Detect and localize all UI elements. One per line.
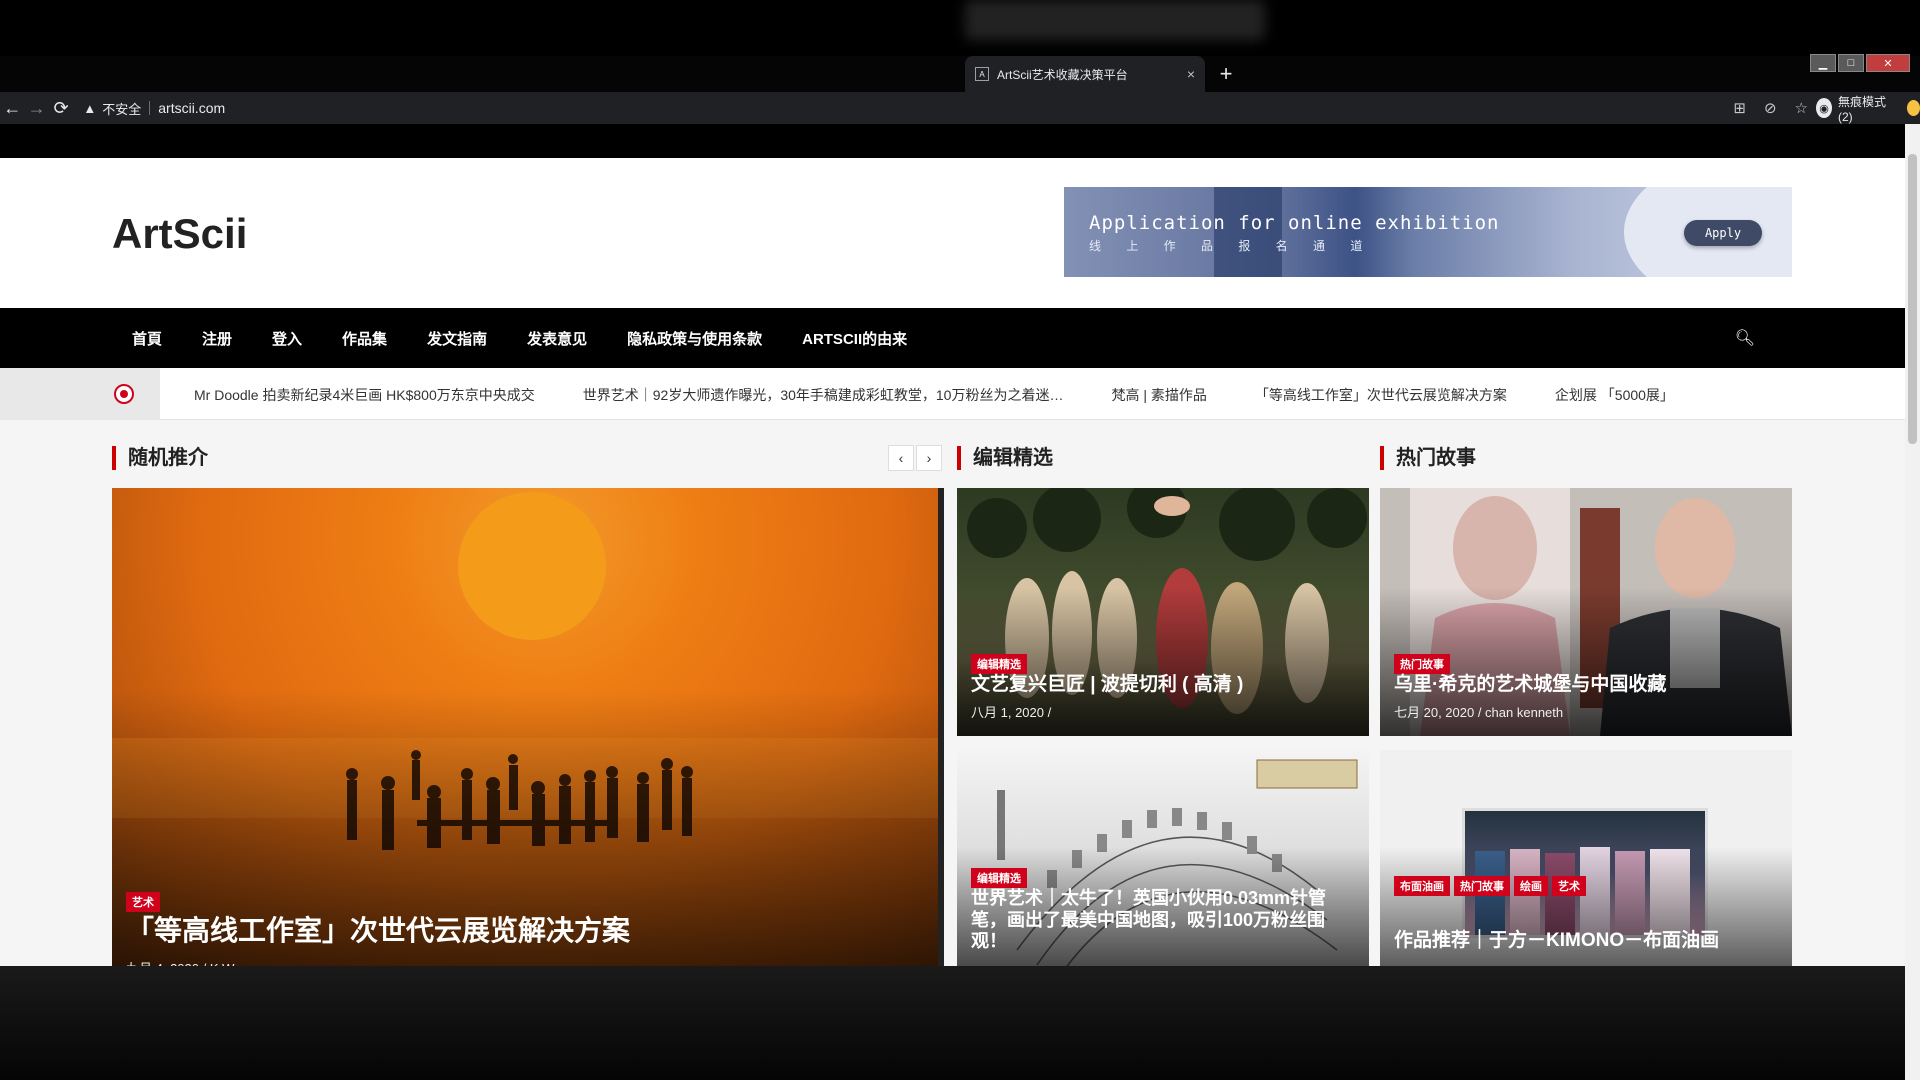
live-icon: [114, 384, 134, 404]
category-tag[interactable]: 编辑精选: [971, 654, 1027, 674]
category-tag[interactable]: 热门故事: [1454, 876, 1510, 896]
featured-content: 随机推介 ‹ › 编辑精选 热门故事 艺术 「等高线工作室」次世代云展览解决方案…: [0, 420, 1905, 1020]
section-title-random: 随机推介: [112, 446, 208, 470]
category-tag[interactable]: 编辑精选: [971, 868, 1027, 888]
section-title-hot: 热门故事: [1380, 446, 1476, 470]
card-headline[interactable]: 文艺复兴巨匠 | 波提切利 ( 高清 ): [971, 674, 1355, 697]
screen: A ArtScii艺术收藏决策平台 × + ▁ □ ✕ ← → ⟳ ▲ 不安全 …: [0, 0, 1920, 1080]
nav-item-register[interactable]: 注册: [182, 328, 252, 349]
section-title-editor: 编辑精选: [957, 446, 1053, 470]
incognito-profile[interactable]: ◉ 無痕模式 (2): [1815, 93, 1891, 124]
new-tab-button[interactable]: +: [1212, 60, 1240, 88]
minimize-button[interactable]: ▁: [1810, 54, 1836, 72]
category-tag[interactable]: 热门故事: [1394, 654, 1450, 674]
address-bar[interactable]: ▲ 不安全 artscii.com: [83, 95, 1623, 121]
scrollbar-thumb[interactable]: [1908, 154, 1917, 444]
window-controls: ▁ □ ✕: [1810, 54, 1910, 72]
card-tags: 编辑精选: [971, 654, 1027, 674]
hot-card-uli-sigg[interactable]: 热门故事 乌里·希克的艺术城堡与中国收藏 七月 20, 2020 / chan …: [1380, 488, 1792, 736]
close-window-button[interactable]: ✕: [1866, 54, 1910, 72]
ticker-item[interactable]: 企划展 「5000展」: [1555, 385, 1674, 405]
category-tag[interactable]: 绘画: [1514, 876, 1548, 896]
sun-shape: [458, 492, 606, 640]
category-tag[interactable]: 艺术: [1552, 876, 1586, 896]
tab-close-icon[interactable]: ×: [1187, 66, 1195, 82]
nav-item-feedback[interactable]: 发表意见: [507, 328, 607, 349]
featured-card-large[interactable]: 艺术 「等高线工作室」次世代云展览解决方案 九月 4, 2020 / K Won…: [112, 488, 944, 992]
card-tags: 热门故事: [1394, 654, 1450, 674]
category-tag[interactable]: 布面油画: [1394, 876, 1450, 896]
ticker-items: Mr Doodle 拍卖新纪录4米巨画 HK$800万东京中央成交 世界艺术｜9…: [194, 385, 1674, 405]
blurred-window-area: [965, 0, 1265, 40]
extension-icon[interactable]: [1906, 100, 1920, 116]
prev-arrow-icon[interactable]: ‹: [888, 445, 914, 471]
card-meta: 七月 20, 2020 / chan kenneth: [1394, 705, 1564, 720]
profile-label: 無痕模式 (2): [1838, 94, 1887, 124]
hot-card-kimono[interactable]: 布面油画 热门故事 绘画 艺术 作品推荐｜于方－KIMONO－布面油画 七月 1…: [1380, 750, 1792, 992]
card-headline[interactable]: 作品推荐｜于方－KIMONO－布面油画: [1394, 930, 1778, 953]
tab-favicon-icon: A: [975, 67, 989, 81]
page-scrollbar[interactable]: [1905, 124, 1920, 1080]
category-tag[interactable]: 艺术: [126, 892, 160, 912]
search-icon[interactable]: 🔍︎: [1735, 328, 1755, 348]
page-viewport: ArtScii Application for online exhibitio…: [0, 124, 1905, 1080]
slider-edge: [938, 488, 944, 992]
card-headline[interactable]: 「等高线工作室」次世代云展览解决方案: [126, 914, 930, 948]
ticker-item[interactable]: 梵高 | 素描作品: [1111, 385, 1206, 405]
star-icon[interactable]: ☆: [1795, 99, 1808, 117]
apply-button[interactable]: Apply: [1684, 220, 1762, 246]
news-ticker: Mr Doodle 拍卖新纪录4米巨画 HK$800万东京中央成交 世界艺术｜9…: [0, 368, 1905, 420]
translate-icon[interactable]: ⊞: [1733, 99, 1746, 117]
browser-tab-active[interactable]: A ArtScii艺术收藏决策平台 ×: [965, 56, 1205, 92]
browser-titlebar: [0, 0, 1920, 56]
ticker-item[interactable]: 「等高线工作室」次世代云展览解决方案: [1255, 385, 1507, 405]
nav-item-portfolio[interactable]: 作品集: [322, 328, 407, 349]
exhibition-banner[interactable]: Application for online exhibition 线 上 作 …: [1064, 187, 1792, 277]
insecure-label: 不安全: [102, 101, 142, 117]
nav-item-login[interactable]: 登入: [252, 328, 322, 349]
page-bottom-shade: [0, 966, 1905, 1080]
forward-icon[interactable]: →: [24, 98, 48, 119]
ticker-item[interactable]: Mr Doodle 拍卖新纪录4米巨画 HK$800万东京中央成交: [194, 385, 535, 405]
card-tags: 编辑精选: [971, 868, 1027, 888]
nav-item-post-guide[interactable]: 发文指南: [407, 328, 507, 349]
site-logo[interactable]: ArtScii: [112, 210, 247, 258]
incognito-avatar-icon: ◉: [1815, 98, 1833, 118]
editor-card-botticelli[interactable]: 编辑精选 文艺复兴巨匠 | 波提切利 ( 高清 ) 八月 1, 2020 /: [957, 488, 1369, 736]
card-headline[interactable]: 乌里·希克的艺术城堡与中国收藏: [1394, 674, 1778, 697]
card-headline[interactable]: 世界艺术｜太牛了！英国小伙用0.03mm针管笔，画出了最美中国地图，吸引100万…: [971, 888, 1355, 953]
ticker-item[interactable]: 世界艺术｜92岁大师遗作曝光，30年手稿建成彩虹教堂，10万粉丝为之着迷…: [583, 385, 1064, 405]
main-nav: 首頁 注册 登入 作品集 发文指南 发表意见 隐私政策与使用条款 ARTSCII…: [0, 308, 1905, 368]
banner-title: Application for online exhibition: [1089, 212, 1500, 234]
nav-item-about[interactable]: ARTSCII的由来: [782, 328, 927, 349]
slider-arrows: ‹ ›: [888, 445, 942, 471]
ticker-label-area: [0, 368, 160, 420]
back-icon[interactable]: ←: [0, 98, 24, 119]
site-header: ArtScii Application for online exhibitio…: [0, 158, 1905, 308]
toolbar-icons: ⊞ ⊘ ☆: [1733, 99, 1808, 117]
site-top-bar: [0, 124, 1905, 158]
browser-toolbar: ← → ⟳ ▲ 不安全 artscii.com ⊞ ⊘ ☆ ◉ 無痕模式 (2): [0, 92, 1920, 124]
nav-item-privacy[interactable]: 隐私政策与使用条款: [607, 328, 782, 349]
omnibox-divider: [149, 101, 151, 115]
editor-card-colosseum[interactable]: 编辑精选 世界艺术｜太牛了！英国小伙用0.03mm针管笔，画出了最美中国地图，吸…: [957, 750, 1369, 992]
card-tags: 布面油画 热门故事 绘画 艺术: [1394, 876, 1586, 896]
banner-subtitle: 线 上 作 品 报 名 通 道: [1089, 239, 1374, 253]
warning-icon: ▲: [83, 100, 97, 116]
reload-icon[interactable]: ⟳: [49, 98, 73, 119]
eye-off-icon[interactable]: ⊘: [1764, 99, 1777, 117]
tab-title: ArtScii艺术收藏决策平台: [997, 67, 1128, 82]
next-arrow-icon[interactable]: ›: [916, 445, 942, 471]
nav-item-home[interactable]: 首頁: [112, 328, 182, 349]
maximize-button[interactable]: □: [1838, 54, 1864, 72]
card-tags: 艺术: [126, 892, 160, 912]
url-text: artscii.com: [158, 100, 226, 116]
card-meta: 八月 1, 2020 /: [971, 705, 1052, 720]
